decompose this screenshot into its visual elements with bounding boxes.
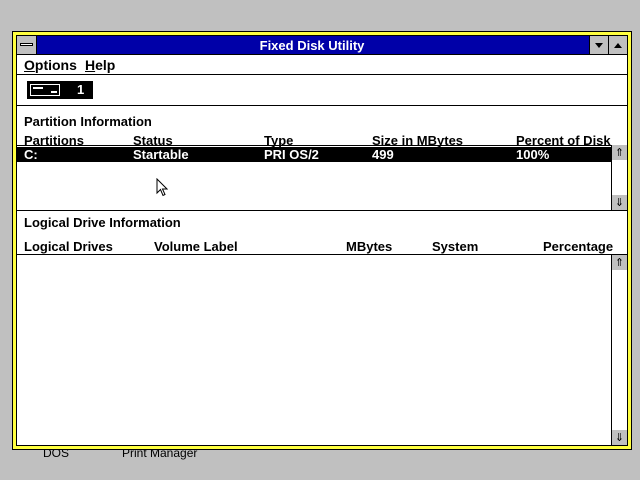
- maximize-button[interactable]: [608, 36, 627, 54]
- maximize-arrow-icon: [614, 42, 622, 48]
- menu-help-label: elp: [95, 57, 116, 73]
- scroll-up-icon[interactable]: ⇑: [612, 255, 627, 270]
- system-menu-icon: [20, 43, 33, 46]
- partition-row[interactable]: C: Startable PRI OS/2 499 100%: [17, 147, 611, 162]
- partition-cell-percent: 100%: [516, 147, 550, 162]
- partition-cell-status: Startable: [133, 147, 189, 162]
- scroll-down-icon[interactable]: ⇓: [612, 430, 627, 445]
- partition-info-title: Partition Information: [24, 114, 152, 129]
- logical-drive-info-title: Logical Drive Information: [24, 215, 181, 230]
- minimize-button[interactable]: [589, 36, 608, 54]
- partition-cell-type: PRI OS/2: [264, 147, 319, 162]
- col-mbytes: MBytes: [346, 239, 393, 254]
- menu-options[interactable]: Options: [24, 57, 77, 73]
- menu-help[interactable]: Help: [85, 57, 115, 73]
- fixed-disk-icon: [30, 84, 60, 96]
- menu-options-label: ptions: [34, 57, 77, 73]
- partition-vscrollbar[interactable]: ⇑ ⇓: [611, 145, 627, 210]
- menu-bar: Options Help: [17, 55, 627, 75]
- title-bar[interactable]: Fixed Disk Utility: [17, 36, 627, 55]
- mouse-pointer-icon: [156, 178, 168, 197]
- col-logical-drives: Logical Drives: [24, 239, 113, 254]
- menu-help-mnemonic: H: [85, 57, 96, 73]
- scroll-up-icon[interactable]: ⇑: [612, 145, 627, 160]
- menu-options-mnemonic: O: [24, 57, 35, 73]
- window-client-area: Fixed Disk Utility Options Help 1 Partit…: [16, 35, 628, 446]
- fixed-disk-utility-window: Fixed Disk Utility Options Help 1 Partit…: [12, 31, 632, 450]
- disk-selector-button[interactable]: 1: [27, 81, 93, 99]
- partition-list[interactable]: C: Startable PRI OS/2 499 100% ⇑ ⇓: [17, 145, 627, 210]
- partition-cell-partition: C:: [24, 147, 38, 162]
- logical-vscrollbar[interactable]: ⇑ ⇓: [611, 255, 627, 445]
- scroll-down-icon[interactable]: ⇓: [612, 195, 627, 210]
- minimize-arrow-icon: [595, 42, 603, 48]
- partition-cell-size: 499: [372, 147, 394, 162]
- col-system: System: [432, 239, 479, 254]
- window-title: Fixed Disk Utility: [259, 38, 365, 53]
- toolbar-divider: [17, 105, 627, 106]
- col-volume-label: Volume Label: [154, 239, 238, 254]
- logical-drive-list[interactable]: ⇑ ⇓: [17, 255, 627, 445]
- col-percentage: Percentage: [543, 239, 614, 254]
- disk-number: 1: [77, 82, 85, 97]
- system-menu-button[interactable]: [17, 36, 37, 54]
- section-divider: [17, 210, 627, 211]
